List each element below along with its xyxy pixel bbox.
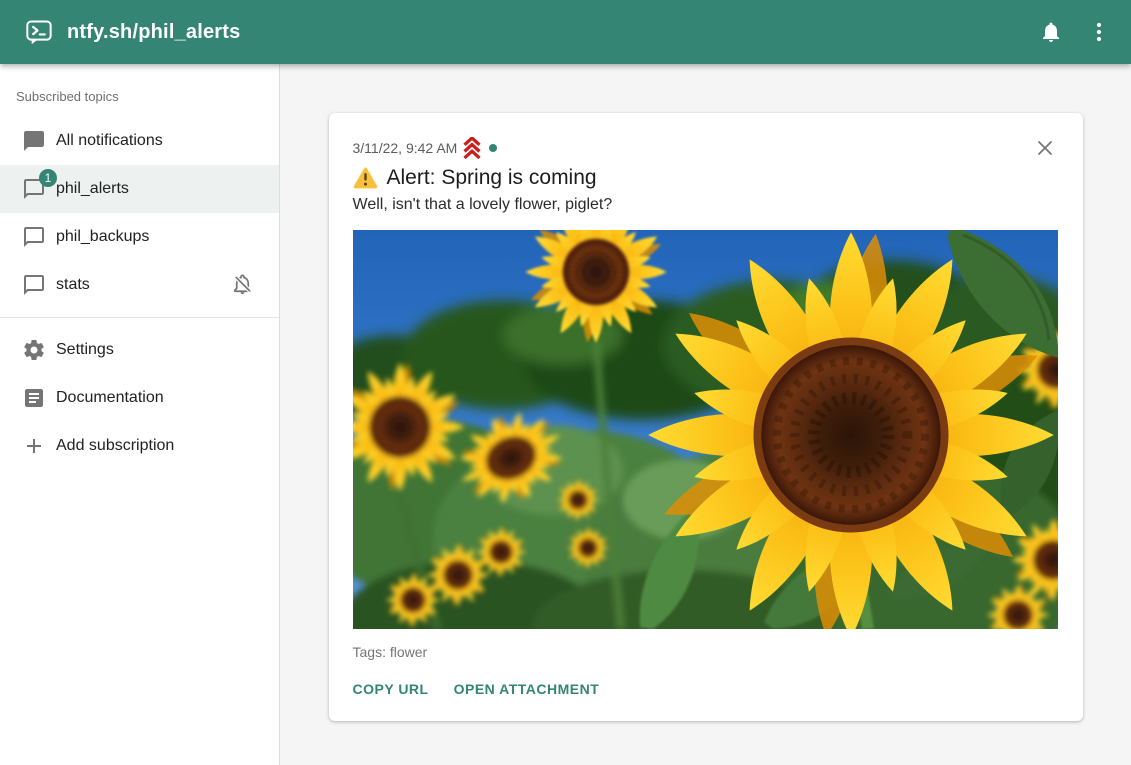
priority-max-icon — [461, 137, 483, 159]
chat-bubble-outline-icon — [22, 225, 46, 249]
sidebar-item-add-subscription[interactable]: Add subscription — [0, 422, 279, 470]
close-icon[interactable] — [1033, 136, 1057, 160]
main-content: 3/11/22, 9:42 AM Alert: Spring is comi — [280, 64, 1131, 765]
subscribed-topics-label: Subscribed topics — [0, 64, 279, 117]
article-icon — [22, 386, 46, 410]
unread-count-badge: 1 — [39, 169, 57, 187]
warning-triangle-icon — [353, 167, 378, 189]
unread-indicator-dot — [489, 144, 497, 152]
sidebar-item-phil-alerts[interactable]: 1 phil_alerts — [0, 165, 279, 213]
chat-bubble-outline-icon — [22, 273, 46, 297]
chat-bubble-filled-icon — [22, 129, 46, 153]
sidebar-item-label: phil_alerts — [54, 180, 255, 198]
chat-bubble-outline-icon: 1 — [22, 177, 46, 201]
attachment-image[interactable] — [353, 230, 1058, 629]
notifications-button[interactable] — [1027, 8, 1075, 56]
sidebar-item-settings[interactable]: Settings — [0, 326, 279, 374]
sidebar-item-phil-backups[interactable]: phil_backups — [0, 213, 279, 261]
sidebar-item-label: Add subscription — [54, 437, 255, 455]
notification-meta: 3/11/22, 9:42 AM — [353, 138, 1059, 158]
notifications-off-icon — [231, 273, 255, 297]
timestamp: 3/11/22, 9:42 AM — [353, 140, 458, 156]
notification-actions: COPY URL OPEN ATTACHMENT — [353, 681, 1059, 697]
open-attachment-button[interactable]: OPEN ATTACHMENT — [454, 681, 600, 697]
sidebar-item-label: Documentation — [54, 389, 255, 407]
sidebar-item-label: phil_backups — [54, 228, 255, 246]
plus-icon — [22, 434, 46, 458]
notification-body: Well, isn't that a lovely flower, piglet… — [353, 196, 1059, 214]
sidebar: Subscribed topics All notifications 1 ph… — [0, 64, 280, 765]
sidebar-item-label: All notifications — [54, 132, 255, 150]
app-bar: ntfy.sh/phil_alerts — [0, 0, 1131, 64]
sidebar-item-label: Settings — [54, 341, 255, 359]
gear-icon — [22, 338, 46, 362]
sidebar-divider — [0, 317, 279, 318]
overflow-menu-button[interactable] — [1075, 8, 1123, 56]
bell-icon — [1039, 20, 1063, 44]
sidebar-item-stats[interactable]: stats — [0, 261, 279, 309]
sidebar-item-documentation[interactable]: Documentation — [0, 374, 279, 422]
copy-url-button[interactable]: COPY URL — [353, 681, 429, 697]
page-title: ntfy.sh/phil_alerts — [67, 21, 240, 44]
sidebar-item-label: stats — [54, 276, 231, 294]
sidebar-item-all-notifications[interactable]: All notifications — [0, 117, 279, 165]
ntfy-logo-icon — [25, 18, 53, 46]
notification-title-text: Alert: Spring is coming — [387, 166, 597, 190]
notification-card: 3/11/22, 9:42 AM Alert: Spring is comi — [329, 113, 1083, 721]
tags-text: Tags: flower — [353, 644, 1059, 660]
kebab-menu-icon — [1087, 20, 1111, 44]
notification-title: Alert: Spring is coming — [353, 166, 1059, 190]
